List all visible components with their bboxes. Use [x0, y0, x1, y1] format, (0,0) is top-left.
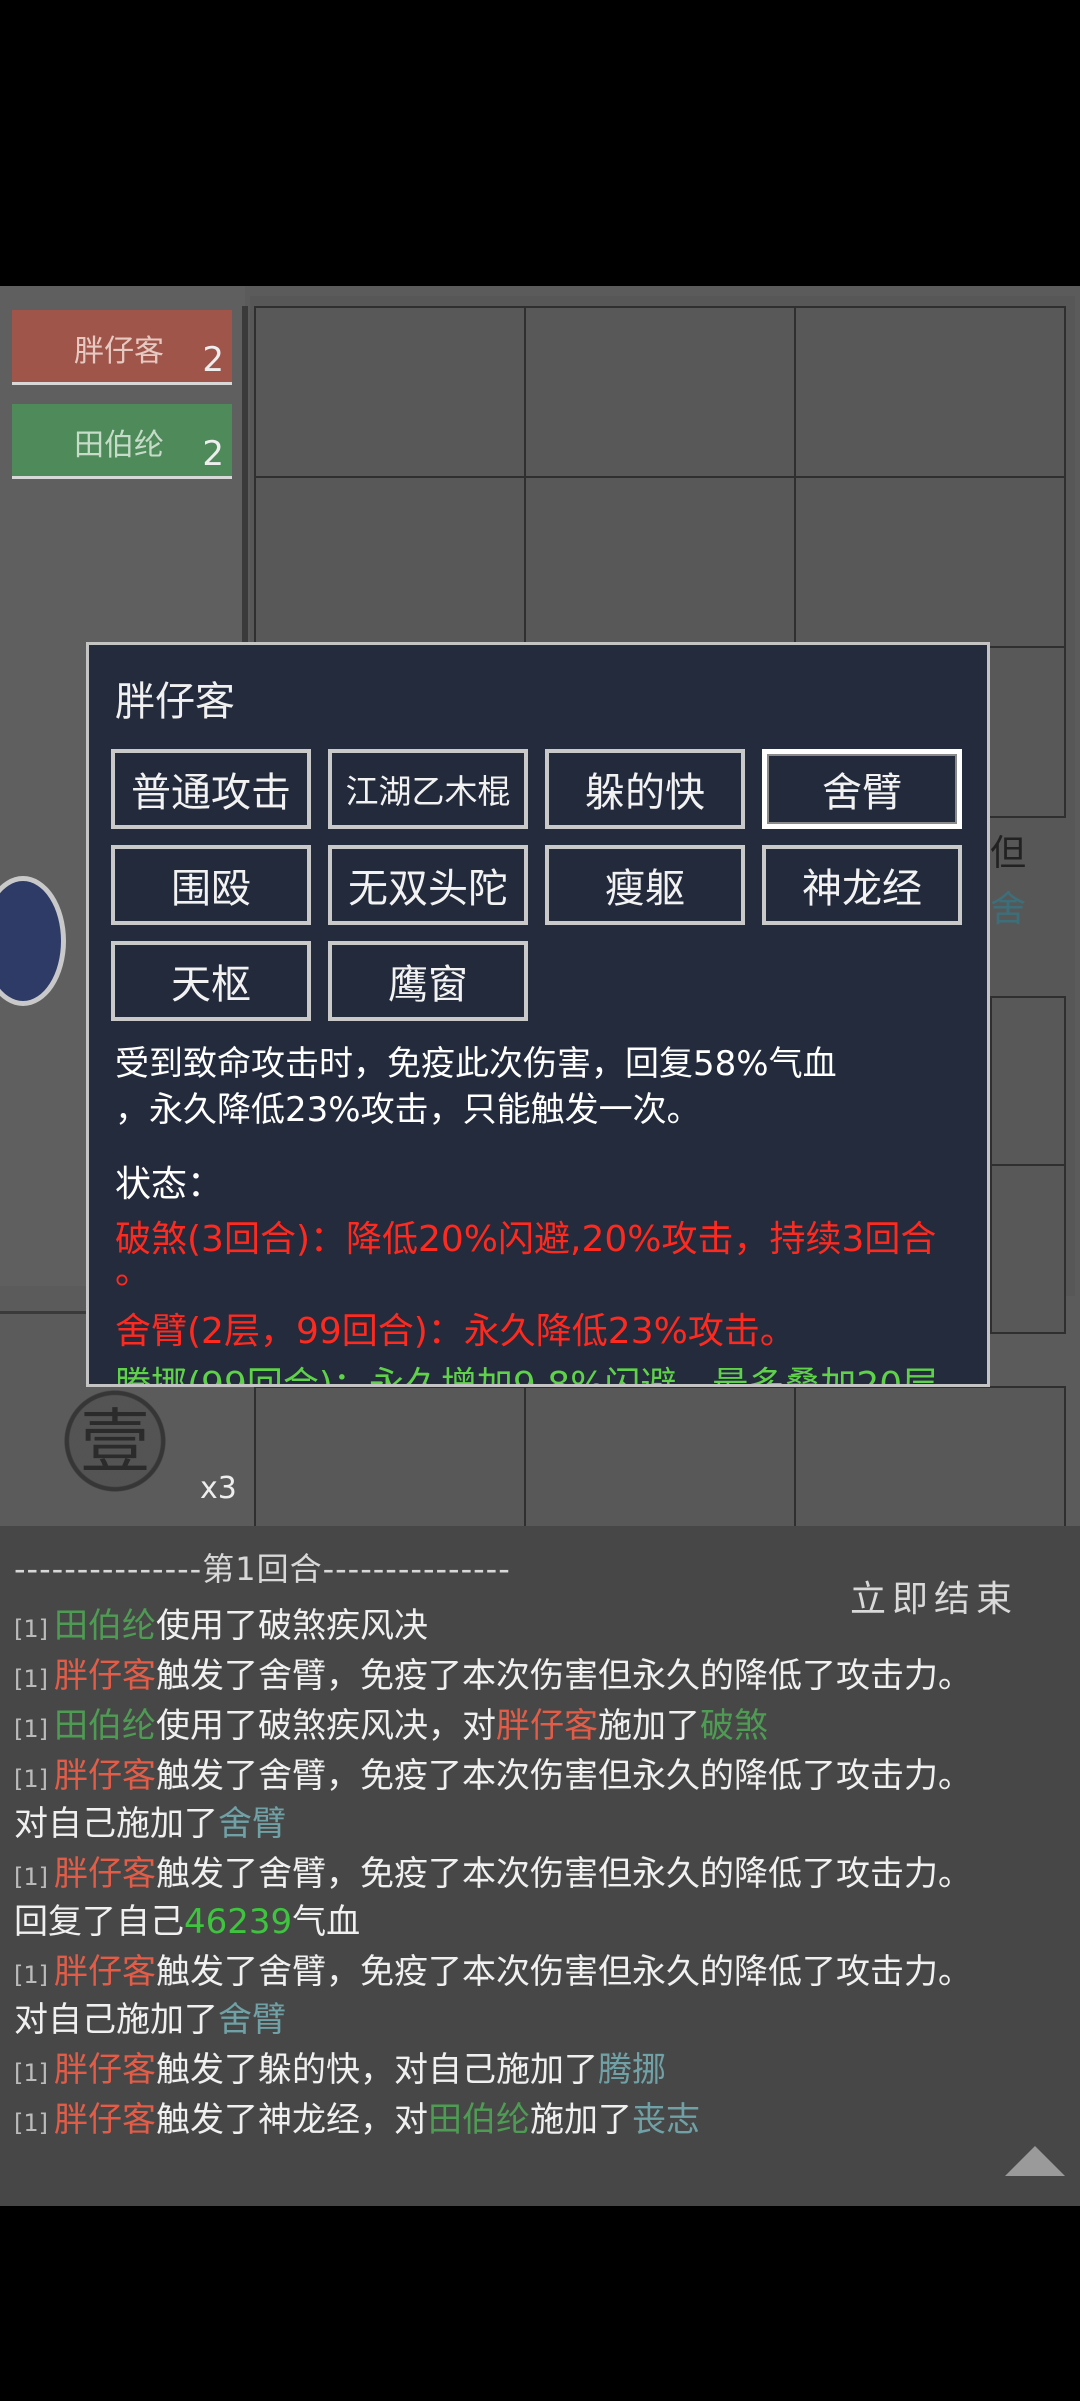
popup-title: 胖仔客 — [115, 679, 235, 725]
status-effect: 舍臂(2层，99回合)：永久降低23%攻击。 — [115, 1311, 796, 1352]
unit-card-2[interactable]: 田伯纶 2 — [12, 404, 232, 479]
skill-button-2[interactable]: 江湖乙木棍 — [328, 749, 528, 829]
skill-button-7[interactable]: 瘦躯 — [545, 845, 745, 925]
board-cell[interactable] — [524, 306, 796, 478]
skill-popup: 胖仔客 普通攻击 江湖乙木棍 躲的快 舍臂 围殴 无双头陀 瘦躯 神龙经 天枢 … — [86, 642, 990, 1387]
unit-card-1[interactable]: 胖仔客 2 — [12, 310, 232, 385]
skill-button-6[interactable]: 无双头陀 — [328, 845, 528, 925]
board-cell[interactable] — [990, 996, 1066, 1166]
log-line: [1] 田伯纶使用了破煞疾风决，对胖仔客施加了破煞 — [14, 1706, 768, 1746]
skill-button-5[interactable]: 围殴 — [111, 845, 311, 925]
unit-name: 胖仔客 — [74, 334, 164, 369]
log-line: [1] 胖仔客触发了舍臂，免疫了本次伤害但永久的降低了攻击力。 — [14, 1656, 972, 1696]
skill-button-9[interactable]: 天枢 — [111, 941, 311, 1021]
skill-button-10[interactable]: 鹰窗 — [328, 941, 528, 1021]
status-label: 状态： — [115, 1164, 224, 1205]
seal-glyph: 壹 — [80, 1401, 150, 1483]
board-cell[interactable] — [254, 476, 526, 648]
speed-multiplier[interactable]: x3 — [200, 1471, 237, 1506]
log-line: [1] 胖仔客触发了舍臂，免疫了本次伤害但永久的降低了攻击力。 — [14, 1854, 972, 1894]
end-now-button[interactable]: 立即结束 — [850, 1570, 1018, 1622]
skill-button-8[interactable]: 神龙经 — [762, 845, 962, 925]
log-line: [1] 胖仔客触发了舍臂，免疫了本次伤害但永久的降低了攻击力。 — [14, 1952, 972, 1992]
skill-description: 受到致命攻击时，免疫此次伤害，回复58%气血 ，永久降低23%攻击，只能触发一次… — [115, 1041, 975, 1133]
status-effect-cont: 。 — [115, 1251, 152, 1292]
side-glyph: 舍 — [990, 889, 1027, 930]
board-cell[interactable] — [990, 1164, 1066, 1334]
board-cell[interactable] — [794, 476, 1066, 648]
board-cell[interactable] — [254, 306, 526, 478]
status-effect: 腾挪(99回合)：永久增加9.8%闪避，最多叠加20层 — [115, 1365, 939, 1387]
log-line: [1] 胖仔客触发了舍臂，免疫了本次伤害但永久的降低了攻击力。 — [14, 1756, 972, 1796]
unit-name: 田伯纶 — [74, 428, 164, 463]
round-separator: ---------------第1回合--------------- — [14, 1550, 511, 1588]
skill-button-1[interactable]: 普通攻击 — [111, 749, 311, 829]
log-line: [1] 胖仔客触发了神龙经，对田伯纶施加了丧志 — [14, 2100, 700, 2140]
log-line: 对自己施加了舍臂 — [14, 2000, 286, 2040]
side-glyph: 但 — [990, 833, 1027, 874]
log-line: [1] 胖仔客触发了躲的快，对自己施加了腾挪 — [14, 2050, 666, 2090]
log-line: [1] 田伯纶使用了破煞疾风决 — [14, 1606, 428, 1646]
board-cell[interactable] — [794, 306, 1066, 478]
battle-log[interactable]: ---------------第1回合--------------- 立即结束 … — [0, 1526, 1080, 2206]
description-line: 受到致命攻击时，免疫此次伤害，回复58%气血 — [115, 1044, 837, 1084]
scroll-up-icon[interactable] — [1005, 2146, 1065, 2176]
unit-count: 2 — [202, 340, 224, 380]
skill-button-4-selected[interactable]: 舍臂 — [762, 749, 962, 829]
log-line: 回复了自己46239气血 — [14, 1902, 361, 1942]
log-line: 对自己施加了舍臂 — [14, 1804, 286, 1844]
board-cell[interactable] — [524, 476, 796, 648]
description-line: ，永久降低23%攻击，只能触发一次。 — [115, 1090, 701, 1130]
skill-button-3[interactable]: 躲的快 — [545, 749, 745, 829]
unit-count: 2 — [202, 434, 224, 474]
